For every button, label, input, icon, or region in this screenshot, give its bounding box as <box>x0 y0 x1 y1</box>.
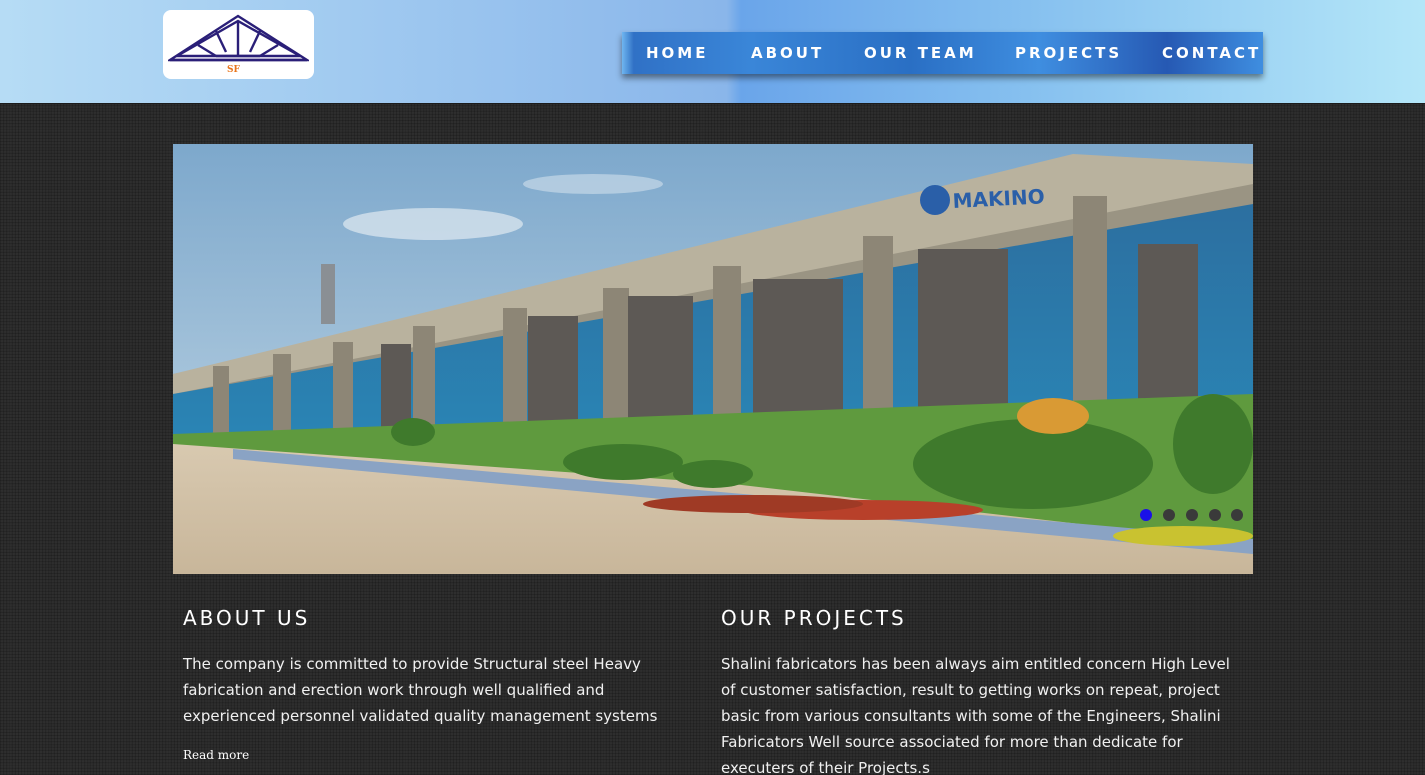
slide-dot-1[interactable] <box>1140 509 1152 521</box>
slide-dot-3[interactable] <box>1186 509 1198 521</box>
slide-dot-2[interactable] <box>1163 509 1175 521</box>
truss-logo-icon <box>168 14 309 62</box>
company-logo[interactable]: SF <box>163 10 314 79</box>
logo-text: SF <box>227 65 240 75</box>
slide-dot-4[interactable] <box>1209 509 1221 521</box>
nav-contact[interactable]: CONTACT <box>1162 32 1261 74</box>
factory-building-photo: MAKINO <box>173 144 1253 574</box>
slide-dot-5[interactable] <box>1231 509 1243 521</box>
read-more-link[interactable]: Read more <box>183 748 249 762</box>
projects-text: Shalini fabricators has been always aim … <box>721 655 1230 775</box>
about-title: ABOUT US <box>183 606 311 630</box>
nav-projects[interactable]: PROJECTS <box>1015 32 1122 74</box>
hero-slider[interactable]: MAKINO <box>173 144 1253 574</box>
nav-our-team[interactable]: OUR TEAM <box>864 32 977 74</box>
projects-title: OUR PROJECTS <box>721 606 907 630</box>
main-nav: HOME ABOUT OUR TEAM PROJECTS CONTACT <box>622 32 1263 74</box>
building-sign: MAKINO <box>952 184 1045 213</box>
about-text: The company is committed to provide Stru… <box>183 655 658 725</box>
nav-about[interactable]: ABOUT <box>751 32 824 74</box>
nav-home[interactable]: HOME <box>646 32 708 74</box>
site-header: SF HOME ABOUT OUR TEAM PROJECTS CONTACT <box>0 0 1425 104</box>
